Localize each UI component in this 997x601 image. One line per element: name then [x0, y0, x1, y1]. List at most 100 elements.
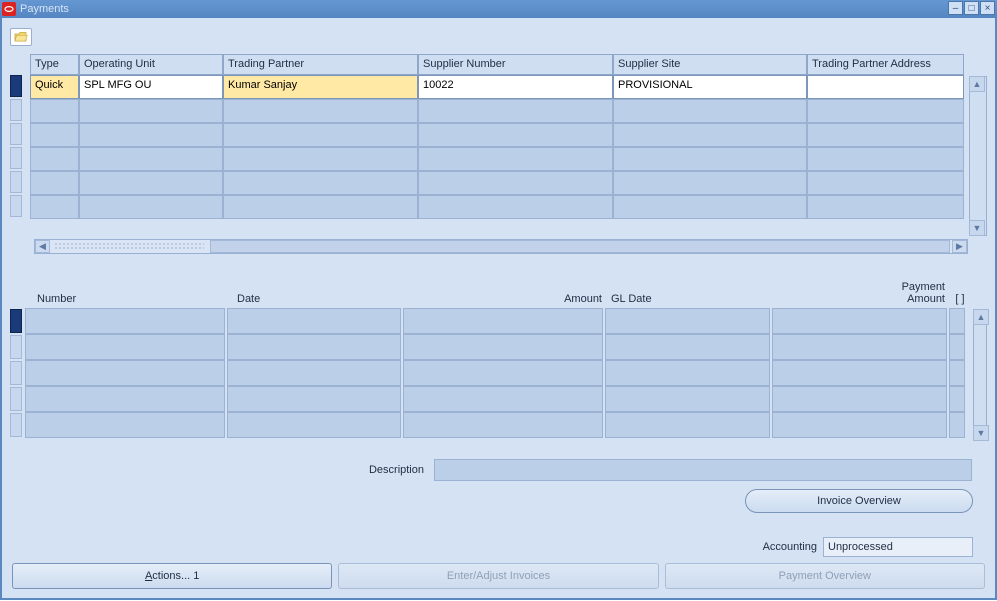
cell-gl-date[interactable] [605, 386, 770, 412]
cell-gl-date[interactable] [605, 334, 770, 360]
actions-button[interactable]: AActions... 1ctions... 1 [12, 563, 332, 589]
cell-type[interactable] [30, 195, 79, 219]
cell-supplier-number[interactable] [418, 171, 613, 195]
row-selector[interactable] [10, 195, 22, 217]
cell-number[interactable] [25, 386, 225, 412]
cell-operating-unit[interactable] [79, 99, 223, 123]
cell-operating-unit[interactable] [79, 171, 223, 195]
cell-type[interactable] [30, 171, 79, 195]
row-selector[interactable] [10, 309, 22, 333]
table-row[interactable] [30, 99, 967, 123]
cell-trading-partner-address[interactable] [807, 171, 964, 195]
row-selector[interactable] [10, 171, 22, 193]
scroll-thumb[interactable] [210, 240, 950, 253]
invoice-overview-button[interactable]: Invoice Overview [745, 489, 973, 513]
cell-date[interactable] [227, 308, 401, 334]
cell-trading-partner[interactable]: Kumar Sanjay [223, 75, 418, 99]
col-header-type[interactable]: Type [30, 54, 79, 75]
cell-operating-unit[interactable] [79, 195, 223, 219]
cell-trading-partner[interactable] [223, 195, 418, 219]
row-selector[interactable] [10, 147, 22, 169]
open-folder-button[interactable] [10, 28, 32, 46]
cell-trading-partner-address[interactable] [807, 75, 964, 99]
col-header-supplier-site[interactable]: Supplier Site [613, 54, 807, 75]
payment-overview-button[interactable]: Payment Overview [665, 563, 985, 589]
table-row[interactable] [30, 123, 967, 147]
cell-trading-partner-address[interactable] [807, 147, 964, 171]
table-row[interactable] [25, 334, 967, 360]
cell-trading-partner[interactable] [223, 171, 418, 195]
col-header-supplier-number[interactable]: Supplier Number [418, 54, 613, 75]
cell-date[interactable] [227, 334, 401, 360]
row-selector[interactable] [10, 361, 22, 385]
table-row[interactable] [25, 412, 967, 438]
scroll-up-icon[interactable]: ▲ [969, 76, 985, 92]
cell-trading-partner[interactable] [223, 99, 418, 123]
cell-supplier-number[interactable] [418, 99, 613, 123]
row-selector[interactable] [10, 99, 22, 121]
cell-date[interactable] [227, 360, 401, 386]
cell-number[interactable] [25, 412, 225, 438]
table-row[interactable] [30, 171, 967, 195]
close-button[interactable]: × [980, 1, 995, 15]
cell-flag[interactable] [949, 308, 965, 334]
scroll-track[interactable] [50, 240, 952, 253]
cell-operating-unit[interactable] [79, 123, 223, 147]
cell-payment-amount[interactable] [772, 386, 947, 412]
cell-supplier-site[interactable] [613, 147, 807, 171]
cell-operating-unit[interactable]: SPL MFG OU [79, 75, 223, 99]
table-row[interactable] [25, 386, 967, 412]
col-header-trading-partner[interactable]: Trading Partner [223, 54, 418, 75]
cell-trading-partner[interactable] [223, 147, 418, 171]
cell-payment-amount[interactable] [772, 308, 947, 334]
scroll-down-icon[interactable]: ▼ [973, 425, 989, 441]
cell-amount[interactable] [403, 386, 603, 412]
scroll-down-icon[interactable]: ▼ [969, 220, 985, 236]
cell-type[interactable] [30, 123, 79, 147]
cell-flag[interactable] [949, 334, 965, 360]
cell-supplier-site[interactable] [613, 123, 807, 147]
cell-supplier-number[interactable] [418, 147, 613, 171]
cell-supplier-site[interactable]: PROVISIONAL [613, 75, 807, 99]
minimize-button[interactable]: – [948, 1, 963, 15]
cell-supplier-site[interactable] [613, 195, 807, 219]
scroll-right-icon[interactable]: ▶ [952, 240, 967, 253]
row-selector[interactable] [10, 75, 22, 97]
table-row[interactable] [25, 360, 967, 386]
col-header-trading-partner-address[interactable]: Trading Partner Address [807, 54, 964, 75]
cell-payment-amount[interactable] [772, 412, 947, 438]
table-row[interactable] [30, 147, 967, 171]
cell-flag[interactable] [949, 360, 965, 386]
cell-amount[interactable] [403, 308, 603, 334]
cell-gl-date[interactable] [605, 360, 770, 386]
row-selector[interactable] [10, 413, 22, 437]
cell-gl-date[interactable] [605, 308, 770, 334]
cell-payment-amount[interactable] [772, 334, 947, 360]
cell-trading-partner-address[interactable] [807, 195, 964, 219]
cell-flag[interactable] [949, 386, 965, 412]
cell-amount[interactable] [403, 360, 603, 386]
cell-type[interactable]: Quick [30, 75, 79, 99]
cell-trading-partner[interactable] [223, 123, 418, 147]
cell-operating-unit[interactable] [79, 147, 223, 171]
enter-adjust-invoices-button[interactable]: Enter/Adjust Invoices [338, 563, 658, 589]
top-horizontal-scrollbar[interactable]: ◀ ▶ [34, 239, 968, 254]
cell-amount[interactable] [403, 334, 603, 360]
description-field[interactable] [434, 459, 972, 481]
cell-trading-partner-address[interactable] [807, 123, 964, 147]
cell-supplier-site[interactable] [613, 171, 807, 195]
cell-type[interactable] [30, 147, 79, 171]
cell-number[interactable] [25, 334, 225, 360]
scroll-left-icon[interactable]: ◀ [35, 240, 50, 253]
top-vertical-scrollbar[interactable]: ▲ ▼ [969, 76, 987, 236]
cell-type[interactable] [30, 99, 79, 123]
cell-supplier-site[interactable] [613, 99, 807, 123]
scroll-up-icon[interactable]: ▲ [973, 309, 989, 325]
cell-number[interactable] [25, 360, 225, 386]
table-row[interactable] [25, 308, 967, 334]
cell-date[interactable] [227, 386, 401, 412]
col-header-operating-unit[interactable]: Operating Unit [79, 54, 223, 75]
cell-payment-amount[interactable] [772, 360, 947, 386]
accounting-field[interactable]: Unprocessed [823, 537, 973, 557]
cell-date[interactable] [227, 412, 401, 438]
